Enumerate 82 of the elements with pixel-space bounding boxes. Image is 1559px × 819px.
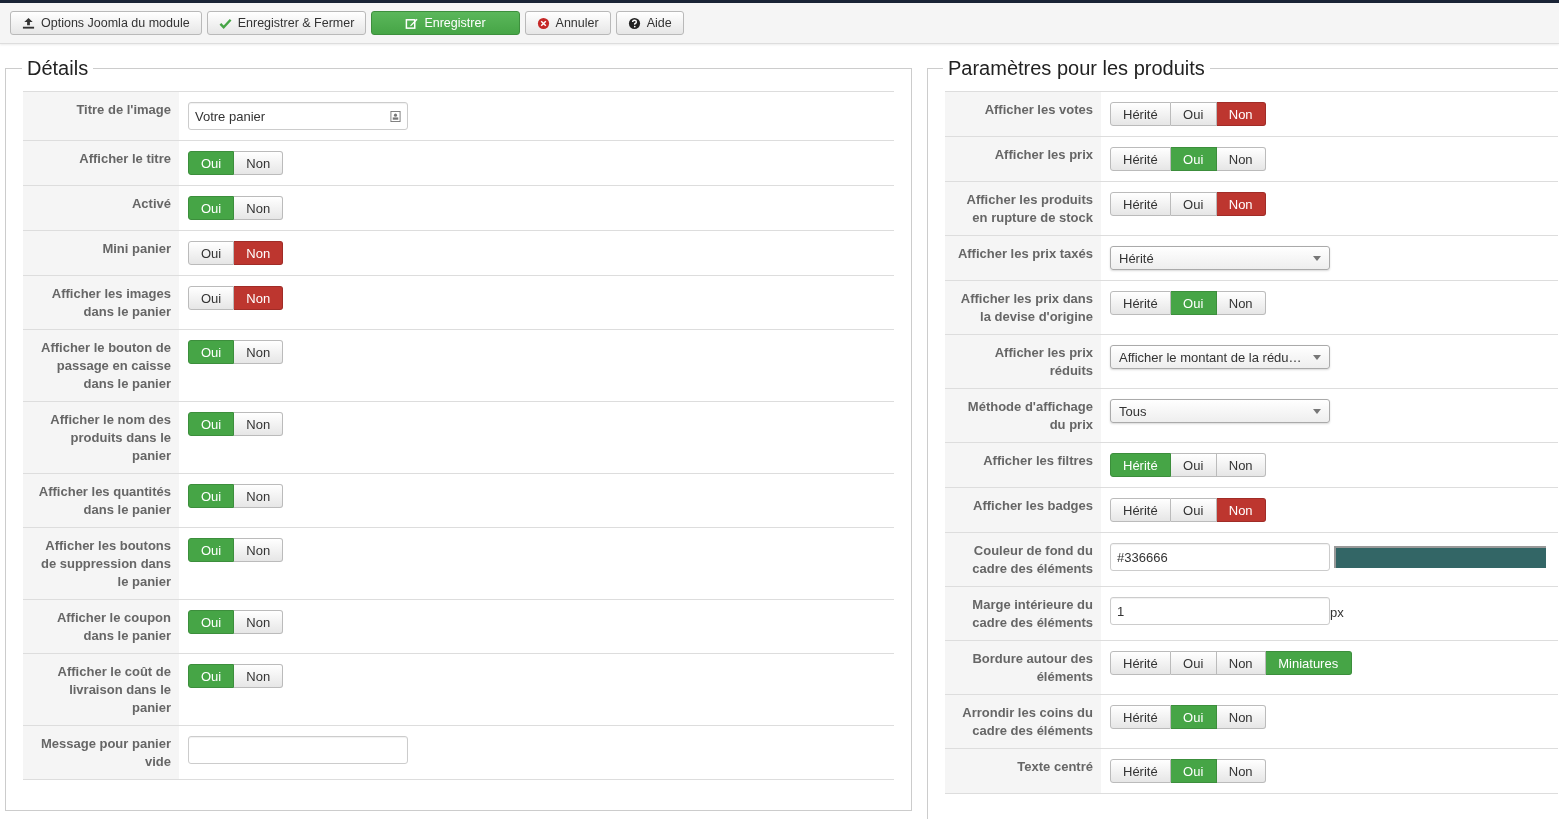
toggle-option[interactable]: Oui [1170,192,1217,216]
toggle-option[interactable]: Non [234,484,284,508]
field-label: Afficher le nom des produits dans le panier [23,402,179,473]
toggle-option[interactable]: Non [1216,147,1266,171]
text-field[interactable]: Votre panier [188,102,408,130]
caret-icon [1313,408,1321,414]
toggle-option[interactable]: Non [1216,651,1266,675]
toggle-option[interactable]: Hérité [1110,759,1171,783]
dropdown[interactable]: Afficher le montant de la rédu… [1110,345,1330,369]
contact-card-icon [390,110,401,122]
toggle-option[interactable]: Non [234,610,284,634]
cancel-icon [536,16,550,30]
text-field[interactable] [188,736,408,764]
upload-icon [22,16,35,30]
toggle-option[interactable]: Non [234,241,284,265]
toggle-option[interactable]: Oui [188,286,235,310]
color-swatch[interactable] [1334,546,1546,568]
toggle-option[interactable]: Hérité [1110,102,1171,126]
toggle-option[interactable]: Non [234,340,284,364]
caret-icon [1313,255,1321,261]
checkmark-icon [218,16,232,30]
toggle-option[interactable]: Non [1216,705,1266,729]
toolbar-button[interactable]: Annuler [524,11,611,35]
toggle-option[interactable]: Hérité [1110,651,1171,675]
toggle-option[interactable]: Non [1216,759,1266,783]
toggle-option[interactable]: Hérité [1110,705,1171,729]
toggle-option[interactable]: Oui [1170,102,1217,126]
field-label: Méthode d'affichage du prix [945,389,1101,442]
caret-icon [1313,354,1321,360]
toggle-option[interactable]: Hérité [1110,192,1171,216]
field-label: Afficher les prix dans la devise d'origine [945,281,1101,334]
field-label: Afficher les filtres [945,443,1101,487]
toggle-option[interactable]: Non [234,538,284,562]
toggle-option[interactable]: Non [234,196,284,220]
field-label: Titre de l'image [23,92,179,140]
dropdown[interactable]: Hérité [1110,246,1330,270]
toggle-option[interactable]: Oui [1170,651,1217,675]
field-label: Afficher les prix [945,137,1101,181]
toggle-option[interactable]: Non [234,664,284,688]
field-label: Activé [23,186,179,230]
field-label: Afficher le coupon dans le panier [23,600,179,653]
toggle-option[interactable]: Oui [1170,453,1217,477]
toggle-option[interactable]: Non [1216,192,1266,216]
field-label: Marge intérieure du cadre des éléments [945,587,1101,640]
field-label: Message pour panier vide [23,726,179,779]
toggle-option[interactable]: Non [1216,453,1266,477]
field-label: Afficher le bouton de passage en caisse dans le panier [23,330,179,401]
toolbar-button[interactable]: Options Joomla du module [10,11,202,35]
toggle-option[interactable]: Hérité [1110,498,1171,522]
field-label: Afficher les boutons de suppression dans le panier [23,528,179,599]
field-label: Afficher les prix réduits [945,335,1101,388]
toggle-option[interactable]: Non [1216,291,1266,315]
unit-label: px [1330,605,1344,620]
toggle-option[interactable]: Non [1216,102,1266,126]
number-field[interactable]: 1 [1110,597,1330,625]
field-label: Texte centré [945,749,1101,793]
field-label: Afficher le titre [23,141,179,185]
field-label: Afficher les votes [945,92,1101,136]
toggle-option[interactable]: Hérité [1110,147,1171,171]
color-field[interactable]: #336666 [1110,543,1330,571]
toggle-option[interactable]: Non [234,151,284,175]
toggle-option[interactable]: Non [234,412,284,436]
toggle-option[interactable]: Oui [188,241,235,265]
field-label: Arrondir les coins du cadre des éléments [945,695,1101,748]
field-label: Afficher les images dans le panier [23,276,179,329]
field-label: Bordure autour des éléments [945,641,1101,694]
field-label: Afficher les badges [945,488,1101,532]
field-label: Couleur de fond du cadre des éléments [945,533,1101,586]
toggle-option[interactable]: Non [1216,498,1266,522]
field-label: Afficher les prix taxés [945,236,1101,280]
field-label: Mini panier [23,231,179,275]
dropdown[interactable]: Tous [1110,399,1330,423]
toggle-option[interactable]: Oui [1170,498,1217,522]
toggle-option[interactable]: Non [234,286,284,310]
field-label: Afficher le coût de livraison dans le panier [23,654,179,725]
toolbar-button[interactable]: Enregistrer & Fermer [206,11,367,35]
edit-icon [405,16,419,30]
toolbar-button[interactable]: Aide [615,11,684,35]
toggle-option[interactable]: Hérité [1110,291,1171,315]
field-label: Afficher les produits en rupture de stock [945,182,1101,235]
field-label: Afficher les quantités dans le panier [23,474,179,527]
help-icon [627,16,641,30]
